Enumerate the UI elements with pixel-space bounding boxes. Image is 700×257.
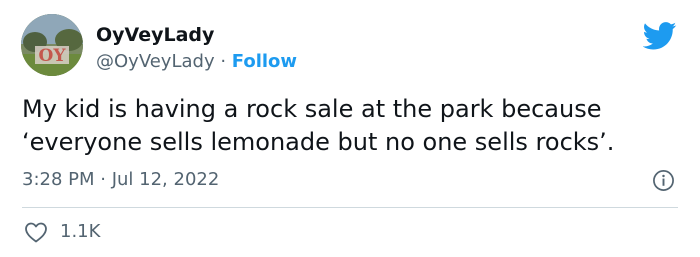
- author-meta: @OyVeyLady · Follow: [96, 50, 297, 74]
- tweet-line: My kid is having a rock sale at the park…: [22, 95, 602, 123]
- follow-button[interactable]: Follow: [232, 51, 297, 72]
- tweet-date: Jul 12, 2022: [111, 169, 220, 190]
- avatar[interactable]: OY: [21, 14, 83, 76]
- info-icon[interactable]: [652, 169, 675, 192]
- author-handle[interactable]: @OyVeyLady: [96, 51, 215, 72]
- tweet-timestamp[interactable]: 3:28 PM · Jul 12, 2022: [22, 168, 219, 192]
- tweet-text: My kid is having a rock sale at the park…: [22, 93, 682, 159]
- tweet-line: ‘everyone sells lemonade but no one sell…: [22, 128, 615, 156]
- avatar-image: OY: [21, 14, 83, 76]
- twitter-bird-icon[interactable]: [643, 22, 677, 50]
- meta-separator: ·: [94, 169, 112, 190]
- heart-icon: [25, 222, 47, 243]
- tweet-time: 3:28 PM: [22, 169, 95, 190]
- like-button[interactable]: 1.1K: [24, 219, 100, 245]
- author-name[interactable]: OyVeyLady: [96, 23, 214, 47]
- avatar-logo-text: OY: [39, 46, 67, 66]
- like-count: 1.1K: [60, 221, 101, 242]
- author-separator: ·: [214, 51, 232, 72]
- divider: [22, 207, 678, 208]
